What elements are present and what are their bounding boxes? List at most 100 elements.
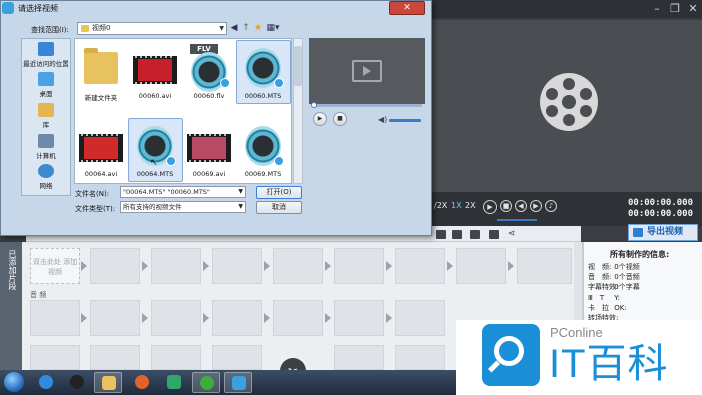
export-video-button[interactable]: 导出视频 bbox=[628, 224, 698, 241]
arrow-icon bbox=[325, 313, 331, 323]
computer-icon bbox=[38, 134, 54, 148]
dialog-play-icon[interactable]: ▶ bbox=[313, 112, 327, 126]
audio-slot[interactable] bbox=[334, 300, 384, 336]
dialog-preview bbox=[309, 38, 425, 104]
up-folder-icon[interactable]: ↑ bbox=[241, 23, 251, 34]
minimize-icon[interactable]: – bbox=[650, 2, 664, 15]
film-reel-icon bbox=[540, 73, 598, 131]
place-libraries[interactable]: 库 bbox=[21, 103, 71, 129]
place-desktop[interactable]: 桌面 bbox=[21, 72, 71, 98]
green-app-icon bbox=[200, 376, 214, 390]
folder-tool-icon[interactable] bbox=[452, 230, 462, 239]
network-icon bbox=[38, 164, 54, 178]
seek-knob[interactable] bbox=[311, 102, 317, 108]
taskbar-video-editor[interactable] bbox=[224, 372, 252, 393]
place-network[interactable]: 网络 bbox=[21, 164, 71, 190]
volume-slider[interactable] bbox=[497, 219, 537, 221]
dialog-volume-icon[interactable]: ◀) bbox=[378, 115, 387, 124]
subtitle-slot[interactable] bbox=[30, 345, 80, 370]
next-frame-icon[interactable]: ▶ bbox=[530, 200, 542, 212]
open-button[interactable]: 打开(O) bbox=[256, 186, 302, 199]
taskbar-app[interactable] bbox=[192, 372, 220, 393]
disk-tool-icon[interactable] bbox=[489, 230, 499, 239]
timeline-slot[interactable] bbox=[517, 248, 572, 284]
arrow-icon bbox=[264, 261, 270, 271]
taskbar-firefox[interactable] bbox=[128, 372, 156, 393]
arrow-icon bbox=[81, 313, 87, 323]
cancel-button[interactable]: 取消 bbox=[256, 201, 302, 214]
subtitle-slot[interactable] bbox=[90, 345, 140, 370]
add-video-slot[interactable]: 双击此处 添加视频 bbox=[30, 248, 80, 284]
speed-half-button[interactable]: /2X bbox=[432, 200, 449, 211]
penguin-icon bbox=[70, 375, 84, 389]
speed-double-button[interactable]: 2X bbox=[463, 200, 478, 211]
volume-icon[interactable]: ♪ bbox=[545, 200, 557, 212]
timeline-slot[interactable] bbox=[334, 248, 384, 284]
subtitle-slot[interactable] bbox=[212, 345, 262, 370]
audio-slot[interactable] bbox=[90, 300, 140, 336]
taskbar-browser[interactable] bbox=[32, 372, 60, 393]
back-icon[interactable]: ◀ bbox=[229, 23, 239, 34]
arrow-icon bbox=[203, 261, 209, 271]
filetype-select[interactable]: 所有支持的视频文件 ▼ bbox=[120, 201, 246, 213]
dialog-seek-bar[interactable] bbox=[312, 104, 422, 107]
file-item[interactable]: FLV 00060.flv bbox=[182, 42, 236, 100]
film-tool-icon[interactable] bbox=[436, 230, 446, 239]
filename-label: 文件名(N): bbox=[75, 190, 110, 198]
file-item[interactable]: 00060.avi bbox=[128, 42, 182, 100]
subtitle-slot[interactable] bbox=[334, 345, 384, 370]
timeline-slot[interactable] bbox=[273, 248, 323, 284]
audio-slot[interactable] bbox=[212, 300, 262, 336]
filename-input[interactable]: "00064.MTS" "00060.MTS" ▼ bbox=[120, 186, 246, 198]
scrollbar-thumb[interactable] bbox=[294, 46, 302, 86]
dialog-stop-icon[interactable]: ■ bbox=[333, 112, 347, 126]
dialog-app-icon bbox=[2, 2, 14, 14]
save-tool-icon[interactable] bbox=[470, 230, 480, 239]
file-item-selected[interactable]: 00064.MTS bbox=[128, 120, 182, 178]
place-recent[interactable]: 最近访问的位置 bbox=[21, 42, 71, 68]
arrow-icon bbox=[81, 261, 87, 271]
close-icon[interactable]: ✕ bbox=[686, 2, 700, 15]
audio-track-label: 音 频 bbox=[30, 291, 47, 299]
recent-places-icon bbox=[38, 42, 54, 56]
libraries-icon bbox=[38, 103, 54, 117]
play-icon[interactable]: ▶ bbox=[483, 200, 497, 214]
view-menu-icon[interactable]: ▦▾ bbox=[265, 23, 281, 34]
timeline-slot[interactable] bbox=[395, 248, 445, 284]
subtitle-slot[interactable] bbox=[395, 345, 445, 370]
audio-slot[interactable] bbox=[273, 300, 323, 336]
timeline-slot[interactable] bbox=[456, 248, 506, 284]
current-time: 00:00:00.000 bbox=[628, 198, 694, 208]
restore-icon[interactable]: ❐ bbox=[668, 2, 682, 15]
info-row: 卡 拉 OK: bbox=[588, 304, 627, 312]
taskbar-explorer[interactable] bbox=[94, 372, 122, 393]
new-folder-icon[interactable]: ★ bbox=[253, 23, 263, 34]
subtitle-slot[interactable] bbox=[151, 345, 201, 370]
file-item[interactable]: 00069.avi bbox=[182, 120, 236, 178]
share-icon[interactable]: ⋖ bbox=[508, 230, 518, 239]
stop-icon[interactable]: ■ bbox=[500, 200, 512, 212]
timeline-slot[interactable] bbox=[212, 248, 262, 284]
lookin-select[interactable]: 视频0 ▼ bbox=[77, 22, 227, 35]
timeline-slot[interactable] bbox=[151, 248, 201, 284]
file-item[interactable]: 00064.avi bbox=[74, 120, 128, 178]
prev-frame-icon[interactable]: ◀ bbox=[515, 200, 527, 212]
place-computer[interactable]: 计算机 bbox=[21, 134, 71, 160]
audio-slot[interactable] bbox=[395, 300, 445, 336]
timeline-slot[interactable] bbox=[90, 248, 140, 284]
total-time: 00:00:00.000 bbox=[628, 209, 694, 219]
badge-icon bbox=[220, 78, 230, 88]
taskbar-player[interactable] bbox=[160, 372, 188, 393]
taskbar-qq[interactable] bbox=[63, 372, 91, 393]
dialog-title: 请选择视频 bbox=[18, 4, 58, 13]
dialog-volume-slider[interactable] bbox=[389, 119, 421, 122]
file-item-selected[interactable]: 00060.MTS bbox=[236, 42, 290, 100]
start-button[interactable] bbox=[4, 372, 24, 392]
audio-slot[interactable] bbox=[30, 300, 80, 336]
audio-slot[interactable] bbox=[151, 300, 201, 336]
speed-normal-button[interactable]: 1X bbox=[449, 200, 464, 211]
dialog-close-button[interactable]: ✕ bbox=[389, 1, 425, 15]
file-item-folder[interactable]: 新建文件夹 bbox=[74, 42, 128, 102]
file-item[interactable]: 00069.MTS bbox=[236, 120, 290, 178]
mouse-cursor-icon: ↖ bbox=[150, 158, 158, 168]
